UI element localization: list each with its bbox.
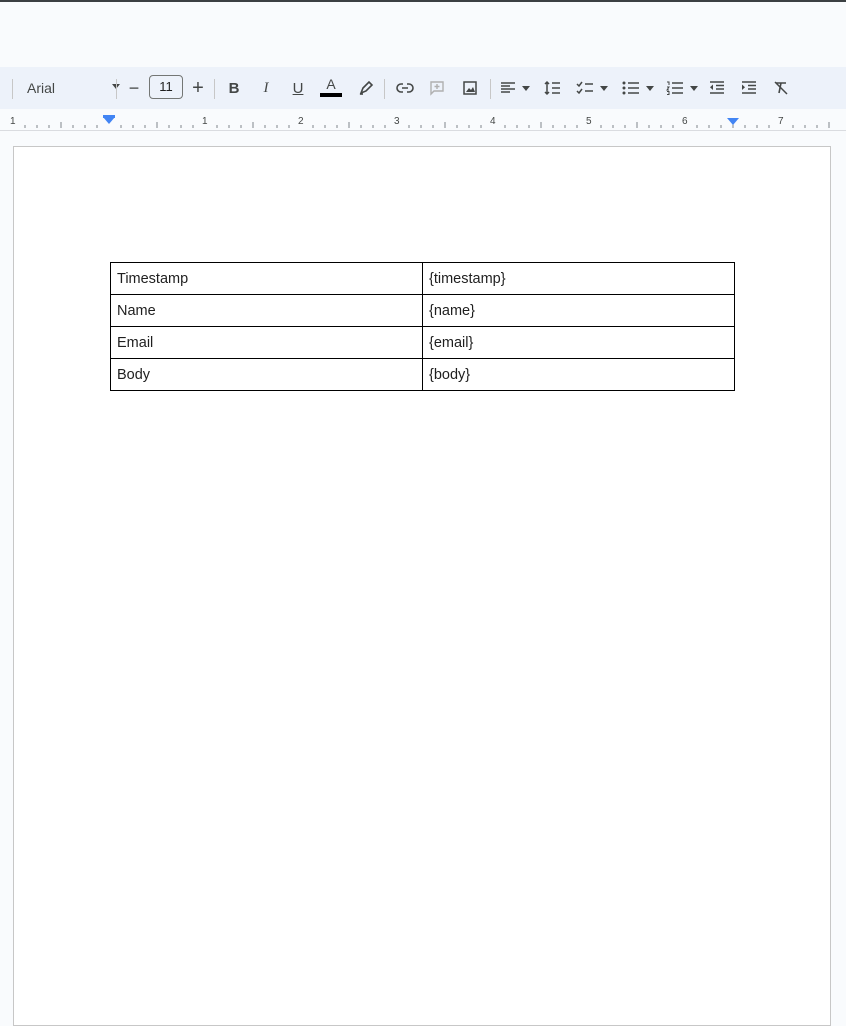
decrease-indent-icon[interactable] <box>705 67 729 109</box>
ruler-ticks: 1 1 2 3 4 5 6 7 <box>10 115 830 128</box>
table-cell-value[interactable]: {timestamp} <box>422 262 735 295</box>
checklist-icon[interactable] <box>574 67 610 109</box>
clear-formatting-icon[interactable] <box>769 67 793 109</box>
font-family-select[interactable]: Arial <box>20 67 120 109</box>
ruler-label: 3 <box>394 116 400 127</box>
font-size-input[interactable]: 11 <box>149 75 183 99</box>
toolbar-divider <box>490 79 491 99</box>
text-color-swatch <box>320 93 342 97</box>
align-left-icon[interactable] <box>498 67 532 109</box>
table-cell-label[interactable]: Email <box>110 326 423 359</box>
ruler-label: 5 <box>586 116 592 127</box>
table-row: Name {name} <box>110 294 735 327</box>
increase-indent-icon[interactable] <box>737 67 761 109</box>
table-row: Body {body} <box>110 358 735 391</box>
add-comment-icon[interactable] <box>425 67 449 109</box>
ruler-label: 1 <box>10 116 16 127</box>
table-row: Email {email} <box>110 326 735 359</box>
toolbar-divider <box>12 79 13 99</box>
highlight-icon[interactable] <box>354 67 378 109</box>
ruler-label: 1 <box>202 116 208 127</box>
font-family-value: Arial <box>27 80 56 96</box>
table-cell-label[interactable]: Timestamp <box>110 262 423 295</box>
left-indent-marker[interactable] <box>103 117 115 124</box>
chevron-down-icon <box>522 85 530 91</box>
table-row: Timestamp {timestamp} <box>110 262 735 295</box>
ruler-label: 6 <box>682 116 688 127</box>
first-line-indent-marker[interactable] <box>103 115 115 118</box>
ruler-label: 2 <box>298 116 304 127</box>
formatting-toolbar: Arial − + B I U A <box>0 67 846 109</box>
text-color-button[interactable]: A <box>318 67 344 109</box>
underline-button[interactable]: U <box>286 67 310 109</box>
toolbar-divider <box>116 79 117 99</box>
table-cell-label[interactable]: Name <box>110 294 423 327</box>
ruler-label: 4 <box>490 116 496 127</box>
chevron-down-icon <box>690 85 698 91</box>
ruler-label: 7 <box>778 116 784 127</box>
toolbar-divider <box>384 79 385 99</box>
document-table[interactable]: Timestamp {timestamp} Name {name} Email … <box>110 262 735 391</box>
right-indent-marker[interactable] <box>727 118 739 125</box>
bulleted-list-icon[interactable] <box>620 67 656 109</box>
table-cell-value[interactable]: {body} <box>422 358 735 391</box>
chevron-down-icon <box>646 85 654 91</box>
line-spacing-icon[interactable] <box>540 67 564 109</box>
table-cell-value[interactable]: {email} <box>422 326 735 359</box>
link-icon[interactable] <box>393 67 417 109</box>
toolbar-divider <box>214 79 215 99</box>
numbered-list-icon[interactable] <box>664 67 700 109</box>
decrease-font-size-button[interactable]: − <box>122 67 146 109</box>
table-cell-label[interactable]: Body <box>110 358 423 391</box>
insert-image-icon[interactable] <box>458 67 482 109</box>
text-color-letter: A <box>326 76 336 92</box>
header-area <box>0 2 846 67</box>
table-cell-value[interactable]: {name} <box>422 294 735 327</box>
increase-font-size-button[interactable]: + <box>186 67 210 109</box>
bold-button[interactable]: B <box>222 67 246 109</box>
horizontal-ruler[interactable]: 1 1 2 3 4 5 6 7 <box>0 109 846 131</box>
italic-button[interactable]: I <box>254 67 278 109</box>
chevron-down-icon <box>600 85 608 91</box>
